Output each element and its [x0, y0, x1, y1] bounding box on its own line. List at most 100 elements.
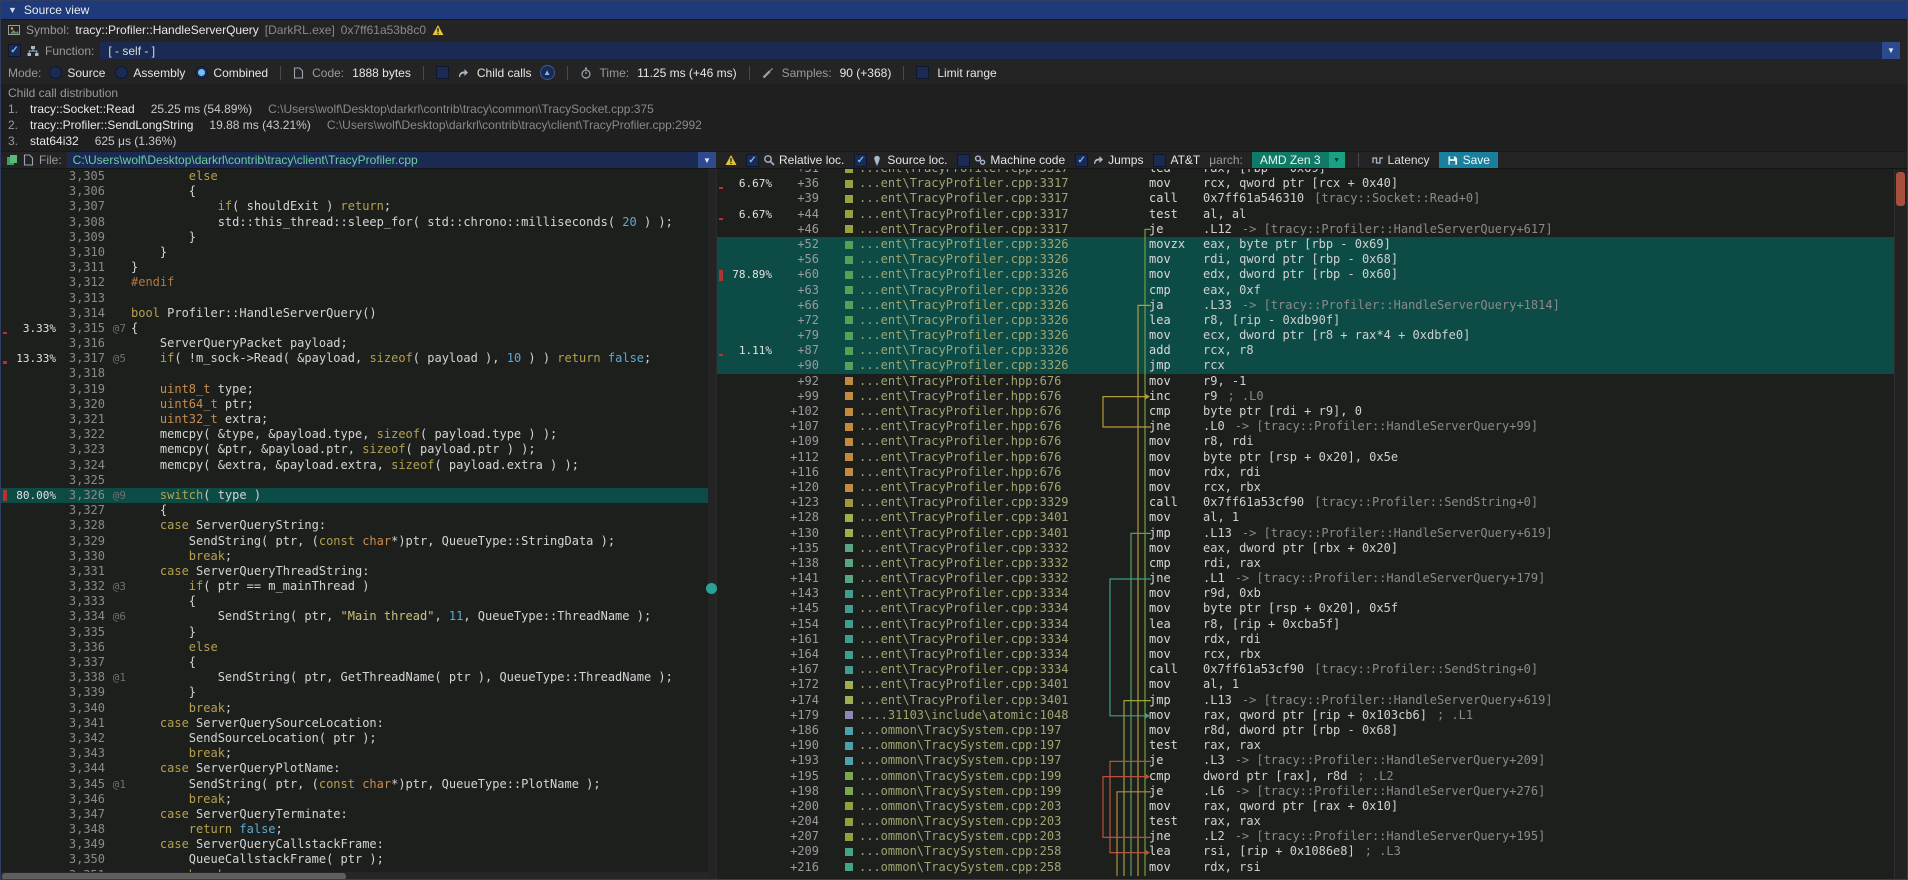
assembly-line[interactable]: +179....31103\include\atomic:1048movrax,…	[717, 708, 1907, 723]
assembly-line[interactable]: +66...ent\TracyProfiler.cpp:3326ja.L33->…	[717, 298, 1907, 313]
source-location[interactable]: ...ent\TracyProfiler.hpp:676	[859, 404, 1097, 419]
radio-icon[interactable]	[115, 66, 128, 79]
source-line[interactable]: 3,328 case ServerQueryString:	[1, 518, 708, 533]
source-location[interactable]: ...ent\TracyProfiler.hpp:676	[859, 374, 1097, 389]
source-line[interactable]: 3,307 if( shouldExit ) return;	[1, 199, 708, 214]
assembly-line[interactable]: +198...ommon\TracySystem.cpp:199je.L6-> …	[717, 784, 1907, 799]
source-location[interactable]: ...ent\TracyProfiler.cpp:3326	[859, 298, 1097, 313]
checkbox[interactable]: ✓	[854, 154, 867, 167]
source-line[interactable]: 3,336 else	[1, 640, 708, 655]
source-location[interactable]: ...ommon\TracySystem.cpp:197	[859, 723, 1097, 738]
assembly-line[interactable]: +167...ent\TracyProfiler.cpp:3334call0x7…	[717, 662, 1907, 677]
horizontal-scrollbar[interactable]	[1, 872, 708, 880]
source-line[interactable]: 3,323 memcpy( &ptr, &payload.ptr, sizeof…	[1, 442, 708, 457]
source-line[interactable]: 13.33%3,317@5 if( !m_sock->Read( &payloa…	[1, 351, 708, 366]
source-location[interactable]: ...ommon\TracySystem.cpp:199	[859, 769, 1097, 784]
latency-toggle[interactable]: Latency	[1372, 153, 1430, 167]
source-line[interactable]: 3,346 break;	[1, 792, 708, 807]
assembly-line[interactable]: +123...ent\TracyProfiler.cpp:3329call0x7…	[717, 495, 1907, 510]
source-location[interactable]: ...ent\TracyProfiler.hpp:676	[859, 480, 1097, 495]
titlebar[interactable]: ▼ Source view	[1, 1, 1907, 19]
collapse-arrow-icon[interactable]: ▼	[8, 5, 17, 15]
source-line[interactable]: 3,319 uint8_t type;	[1, 382, 708, 397]
source-location[interactable]: ...ent\TracyProfiler.cpp:3326	[859, 343, 1097, 358]
assembly-line[interactable]: +161...ent\TracyProfiler.cpp:3334movrdx,…	[717, 632, 1907, 647]
toggle-at-t[interactable]: AT&T	[1153, 153, 1200, 167]
assembly-line[interactable]: +174...ent\TracyProfiler.cpp:3401jmp.L13…	[717, 693, 1907, 708]
source-line[interactable]: 3,332@3 if( ptr == m_mainThread )	[1, 579, 708, 594]
source-line[interactable]: 3,339 }	[1, 685, 708, 700]
source-location[interactable]: ...ent\TracyProfiler.cpp:3334	[859, 617, 1097, 632]
chevron-down-icon[interactable]: ▼	[698, 152, 716, 168]
assembly-line[interactable]: +130...ent\TracyProfiler.cpp:3401jmp.L13…	[717, 526, 1907, 541]
assembly-line[interactable]: +186...ommon\TracySystem.cpp:197movr8d, …	[717, 723, 1907, 738]
assembly-line[interactable]: +79...ent\TracyProfiler.cpp:3326movecx, …	[717, 328, 1907, 343]
assembly-line[interactable]: +52...ent\TracyProfiler.cpp:3326movzxeax…	[717, 237, 1907, 252]
source-line[interactable]: 3,312#endif	[1, 275, 708, 290]
mode-option-assembly[interactable]: Assembly	[115, 66, 185, 80]
source-location[interactable]: ...ent\TracyProfiler.cpp:3317	[859, 191, 1097, 206]
child-call-name[interactable]: tracy::Profiler::SendLongString	[30, 118, 193, 132]
assembly-line[interactable]: +195...ommon\TracySystem.cpp:199cmpdword…	[717, 769, 1907, 784]
assembly-line[interactable]: +92...ent\TracyProfiler.hpp:676movr9, -1	[717, 374, 1907, 389]
source-line[interactable]: 3,327 {	[1, 503, 708, 518]
assembly-line[interactable]: +56...ent\TracyProfiler.cpp:3326movrdi, …	[717, 252, 1907, 267]
source-location[interactable]: ...ent\TracyProfiler.cpp:3326	[859, 237, 1097, 252]
assembly-line[interactable]: +102...ent\TracyProfiler.hpp:676cmpbyte …	[717, 404, 1907, 419]
assembly-line[interactable]: 6.67%+44...ent\TracyProfiler.cpp:3317tes…	[717, 207, 1907, 222]
source-location[interactable]: ...ent\TracyProfiler.cpp:3317	[859, 169, 1097, 176]
chevron-down-icon[interactable]: ▼	[1882, 42, 1900, 59]
toggle-relative-loc-[interactable]: ✓Relative loc.	[746, 153, 844, 167]
source-location[interactable]: ...ent\TracyProfiler.cpp:3326	[859, 313, 1097, 328]
assembly-line[interactable]: +154...ent\TracyProfiler.cpp:3334lear8, …	[717, 617, 1907, 632]
checkbox[interactable]	[957, 154, 970, 167]
source-line[interactable]: 3,347 case ServerQueryTerminate:	[1, 807, 708, 822]
source-line[interactable]: 3,324 memcpy( &extra, &payload.extra, si…	[1, 458, 708, 473]
source-location[interactable]: ...ommon\TracySystem.cpp:197	[859, 738, 1097, 753]
source-line[interactable]: 3,306 {	[1, 184, 708, 199]
source-line[interactable]: 3,311}	[1, 260, 708, 275]
source-location[interactable]: ...ent\TracyProfiler.hpp:676	[859, 389, 1097, 404]
toggle-machine-code[interactable]: Machine code	[957, 153, 1065, 167]
assembly-line[interactable]: +193...ommon\TracySystem.cpp:197je.L3-> …	[717, 753, 1907, 768]
assembly-line[interactable]: 1.11%+87...ent\TracyProfiler.cpp:3326add…	[717, 343, 1907, 358]
assembly-line[interactable]: +135...ent\TracyProfiler.cpp:3332moveax,…	[717, 541, 1907, 556]
source-location[interactable]: ....31103\include\atomic:1048	[859, 708, 1097, 723]
source-location[interactable]: ...ent\TracyProfiler.cpp:3326	[859, 252, 1097, 267]
assembly-line[interactable]: +128...ent\TracyProfiler.cpp:3401moval, …	[717, 510, 1907, 525]
source-location[interactable]: ...ommon\TracySystem.cpp:203	[859, 799, 1097, 814]
assembly-line[interactable]: +39...ent\TracyProfiler.cpp:3317call0x7f…	[717, 191, 1907, 206]
source-line[interactable]: 3,337 {	[1, 655, 708, 670]
source-line[interactable]: 3,338@1 SendString( ptr, GetThreadName( …	[1, 670, 708, 685]
assembly-line[interactable]: +172...ent\TracyProfiler.cpp:3401moval, …	[717, 677, 1907, 692]
chevron-down-icon[interactable]: ▼	[1329, 152, 1345, 168]
assembly-line[interactable]: 78.89%+60...ent\TracyProfiler.cpp:3326mo…	[717, 267, 1907, 282]
limit-range-checkbox[interactable]	[916, 66, 929, 79]
source-location[interactable]: ...ent\TracyProfiler.hpp:676	[859, 419, 1097, 434]
assembly-line[interactable]: +46...ent\TracyProfiler.cpp:3317je.L12->…	[717, 222, 1907, 237]
source-location[interactable]: ...ent\TracyProfiler.cpp:3326	[859, 267, 1097, 282]
source-line[interactable]: 3,348 return false;	[1, 822, 708, 837]
collapse-child-calls-button[interactable]: ▲	[540, 65, 555, 80]
assembly-line[interactable]: +31...ent\TracyProfiler.cpp:3317learax, …	[717, 169, 1907, 176]
assembly-line[interactable]: 6.67%+36...ent\TracyProfiler.cpp:3317mov…	[717, 176, 1907, 191]
source-location[interactable]: ...ommon\TracySystem.cpp:203	[859, 829, 1097, 844]
source-line[interactable]: 3,305 else	[1, 169, 708, 184]
child-calls-label[interactable]: Child calls	[477, 66, 532, 80]
source-line[interactable]: 3,309 }	[1, 230, 708, 245]
source-line[interactable]: 3,308 std::this_thread::sleep_for( std::…	[1, 215, 708, 230]
assembly-line[interactable]: +207...ommon\TracySystem.cpp:203jne.L2->…	[717, 829, 1907, 844]
child-call-entry[interactable]: 1.tracy::Socket::Read25.25 ms (54.89%)C:…	[8, 101, 1900, 117]
splitter-grip[interactable]	[706, 583, 717, 594]
pane-splitter[interactable]	[708, 169, 716, 880]
assembly-line[interactable]: +120...ent\TracyProfiler.hpp:676movrcx, …	[717, 480, 1907, 495]
source-line[interactable]: 80.00%3,326@9 switch( type )	[1, 488, 708, 503]
source-location[interactable]: ...ent\TracyProfiler.cpp:3332	[859, 556, 1097, 571]
source-line[interactable]: 3,350 QueueCallstackFrame( ptr );	[1, 852, 708, 867]
source-location[interactable]: ...ommon\TracySystem.cpp:258	[859, 860, 1097, 875]
assembly-line[interactable]: +107...ent\TracyProfiler.hpp:676jne.L0->…	[717, 419, 1907, 434]
source-location[interactable]: ...ent\TracyProfiler.cpp:3329	[859, 495, 1097, 510]
assembly-line[interactable]: +90...ent\TracyProfiler.cpp:3326jmprcx	[717, 358, 1907, 373]
source-location[interactable]: ...ent\TracyProfiler.cpp:3326	[859, 328, 1097, 343]
source-line[interactable]: 3,316 ServerQueryPacket payload;	[1, 336, 708, 351]
